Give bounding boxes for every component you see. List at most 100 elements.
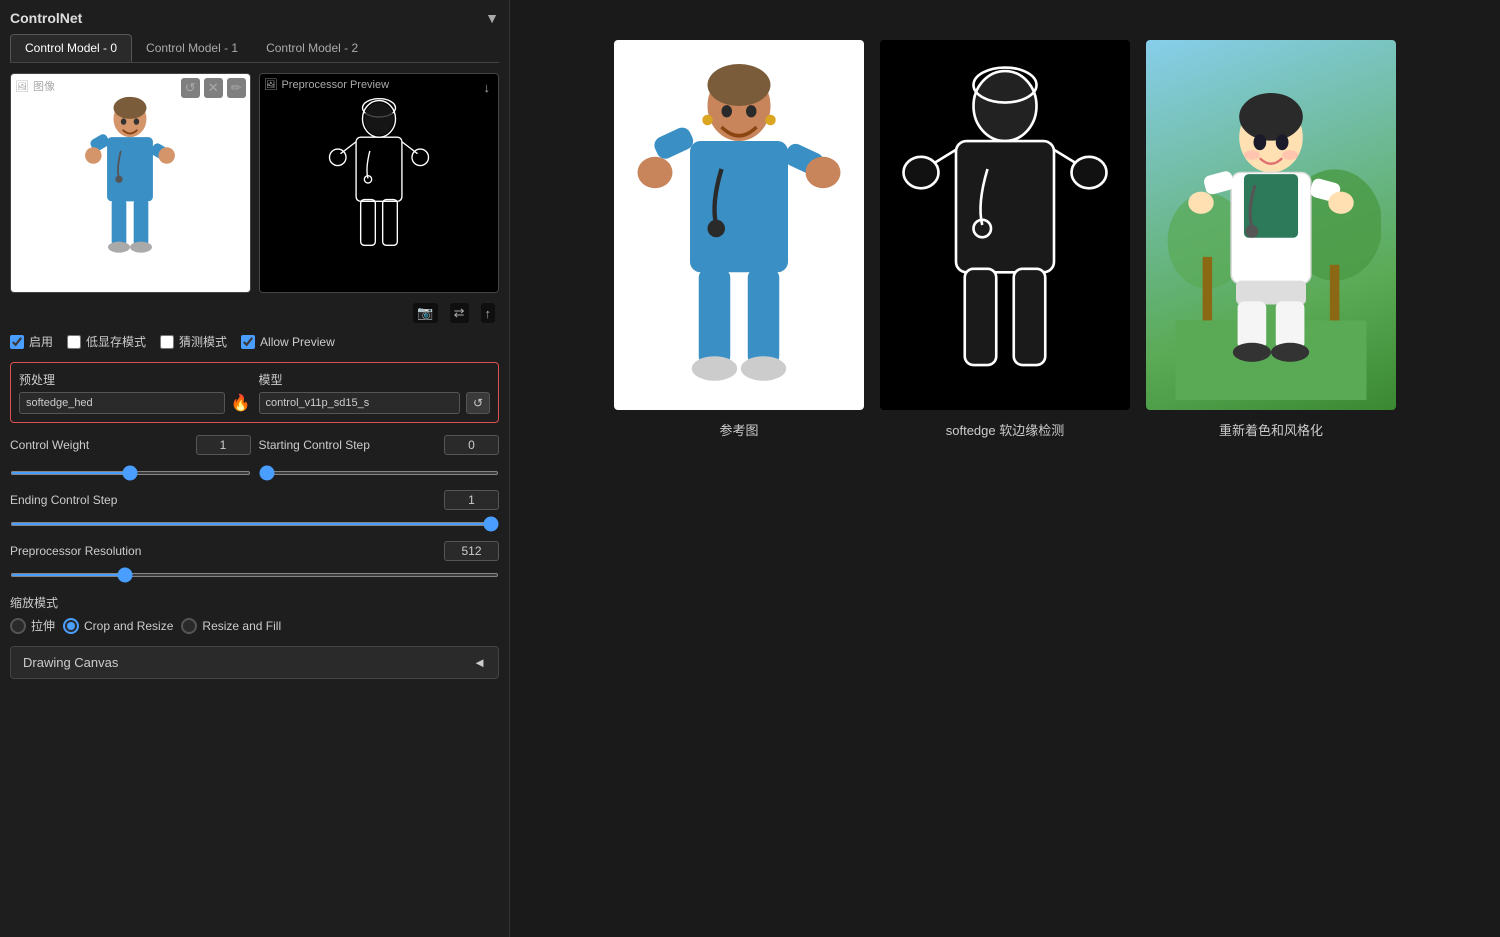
refresh-image-btn[interactable]: ↺ <box>181 78 200 98</box>
resize-fill-radio-dot <box>181 618 197 634</box>
model-select-row: control_v11p_sd15_s control_v11p_sd15_ca… <box>259 392 491 414</box>
control-weight-row: Control Weight 1 <box>10 435 251 455</box>
edge-detection-svg <box>324 88 434 278</box>
starting-step-label: Starting Control Step <box>259 438 437 452</box>
ending-step-slider-container <box>10 514 499 529</box>
resize-fill-label: Resize and Fill <box>202 619 281 633</box>
fire-icon: 🔥 <box>231 393 251 413</box>
low-mem-label: 低显存模式 <box>86 333 146 350</box>
preproc-res-value: 512 <box>444 541 499 561</box>
panel-header: ControlNet ▼ <box>10 10 499 26</box>
enable-checkbox[interactable] <box>10 335 24 349</box>
ending-step-slider[interactable] <box>10 522 499 526</box>
result-images-row: 参考图 <box>530 40 1480 439</box>
tab-control-model-0[interactable]: Control Model - 0 <box>10 34 132 62</box>
preproc-res-slider-container <box>10 565 499 580</box>
result-3-image <box>1146 40 1396 410</box>
zoom-mode-label: 缩放模式 <box>10 594 499 611</box>
preprocessor-icon: 🖼 <box>264 78 278 91</box>
input-image-box: 🖼 图像 ↺ ✕ ✏ <box>10 73 251 293</box>
ending-step-row: Ending Control Step 1 <box>10 490 499 510</box>
weight-step-sliders <box>10 463 499 478</box>
preprocessor-select[interactable]: softedge_hed softedge_hedsafe softedge_p… <box>19 392 225 414</box>
starting-step-slider-container <box>259 463 500 478</box>
image-icon: 🖼 <box>15 80 29 93</box>
right-panel: 参考图 <box>510 0 1500 937</box>
control-weight-section: Control Weight 1 <box>10 435 251 459</box>
crop-resize-label: Crop and Resize <box>84 619 173 633</box>
preproc-res-slider[interactable] <box>10 573 499 577</box>
camera-icon-btn[interactable]: 📷 <box>413 303 437 323</box>
preprocessor-select-row: softedge_hed softedge_hedsafe softedge_p… <box>19 392 251 414</box>
drawing-canvas-row[interactable]: Drawing Canvas ◄ <box>10 646 499 679</box>
starting-step-row: Starting Control Step 0 <box>259 435 500 455</box>
result-1-image <box>614 40 864 410</box>
low-mem-checkbox[interactable] <box>67 335 81 349</box>
starting-step-slider[interactable] <box>259 471 500 475</box>
download-preview-btn[interactable]: ↓ <box>480 78 495 97</box>
resize-fill-radio-item[interactable]: Resize and Fill <box>181 617 281 634</box>
stretch-label: 拉伸 <box>31 617 55 634</box>
allow-preview-label: Allow Preview <box>260 335 335 349</box>
input-image-controls: ↺ ✕ ✏ <box>181 78 246 98</box>
result-2-label: softedge 软边缘检测 <box>946 420 1065 439</box>
model-select[interactable]: control_v11p_sd15_s control_v11p_sd15_ca… <box>259 392 460 414</box>
nurse-svg <box>75 88 185 278</box>
preproc-res-row: Preprocessor Resolution 512 <box>10 541 499 561</box>
preprocessor-preview-box: 🖼 Preprocessor Preview ↓ <box>259 73 500 293</box>
enable-label: 启用 <box>29 333 53 350</box>
close-image-btn[interactable]: ✕ <box>204 78 223 98</box>
pencil-image-btn[interactable]: ✏ <box>227 78 246 98</box>
low-mem-checkbox-item[interactable]: 低显存模式 <box>67 333 146 350</box>
starting-step-value: 0 <box>444 435 499 455</box>
preprocessor-controls: ↓ <box>480 78 495 97</box>
swap-icon-btn[interactable]: ⇄ <box>450 303 469 323</box>
drawing-canvas-arrow: ◄ <box>473 655 486 670</box>
input-image-label: 🖼 图像 <box>15 78 55 94</box>
zoom-mode-section: 缩放模式 拉伸 Crop and Resize Resize and Fill <box>10 594 499 634</box>
preprocessor-label: 🖼 Preprocessor Preview <box>264 78 390 91</box>
preproc-res-label: Preprocessor Resolution <box>10 544 436 558</box>
preprocessor-col: 预处理 softedge_hed softedge_hedsafe softed… <box>19 371 251 414</box>
guess-mode-checkbox-item[interactable]: 猜测模式 <box>160 333 227 350</box>
guess-mode-checkbox[interactable] <box>160 335 174 349</box>
control-weight-slider[interactable] <box>10 471 251 475</box>
ending-step-label: Ending Control Step <box>10 493 436 507</box>
image-row: 🖼 图像 ↺ ✕ ✏ <box>10 73 499 293</box>
upload-icon-btn[interactable]: ↑ <box>481 303 496 323</box>
result-1-container: 参考图 <box>614 40 864 439</box>
model-refresh-btn[interactable]: ↺ <box>466 392 490 414</box>
options-checkbox-row: 启用 低显存模式 猜测模式 Allow Preview <box>10 333 499 350</box>
result-2-canvas <box>880 40 1130 410</box>
result-3-canvas <box>1146 40 1396 410</box>
result-2-container: softedge 软边缘检测 <box>880 40 1130 439</box>
model-col-label: 模型 <box>259 371 491 388</box>
model-col: 模型 control_v11p_sd15_s control_v11p_sd15… <box>259 371 491 414</box>
tab-control-model-1[interactable]: Control Model - 1 <box>132 34 252 62</box>
guess-mode-label: 猜测模式 <box>179 333 227 350</box>
result-edge-svg <box>895 50 1115 400</box>
result-anime-svg <box>1161 50 1381 400</box>
drawing-canvas-label: Drawing Canvas <box>23 655 118 670</box>
tab-control-model-2[interactable]: Control Model - 2 <box>252 34 372 62</box>
result-1-canvas <box>614 40 864 410</box>
allow-preview-checkbox[interactable] <box>241 335 255 349</box>
panel-title: ControlNet <box>10 10 82 26</box>
allow-preview-checkbox-item[interactable]: Allow Preview <box>241 335 335 349</box>
stretch-radio-item[interactable]: 拉伸 <box>10 617 55 634</box>
preprocessor-col-label: 预处理 <box>19 371 251 388</box>
crop-resize-radio-item[interactable]: Crop and Resize <box>63 617 173 634</box>
result-3-label: 重新着色和风格化 <box>1219 420 1323 439</box>
input-image-canvas[interactable] <box>11 74 250 292</box>
crop-resize-radio-dot <box>63 618 79 634</box>
ending-step-value: 1 <box>444 490 499 510</box>
result-nurse-1-svg <box>629 50 849 400</box>
panel-collapse-arrow[interactable]: ▼ <box>485 10 499 26</box>
enable-checkbox-item[interactable]: 启用 <box>10 333 53 350</box>
stretch-radio-dot <box>10 618 26 634</box>
action-icon-row: 📷 ⇄ ↑ <box>10 303 499 323</box>
result-2-image <box>880 40 1130 410</box>
zoom-mode-radio-group: 拉伸 Crop and Resize Resize and Fill <box>10 617 499 634</box>
model-tabs: Control Model - 0 Control Model - 1 Cont… <box>10 34 499 63</box>
control-weight-slider-container <box>10 463 251 478</box>
